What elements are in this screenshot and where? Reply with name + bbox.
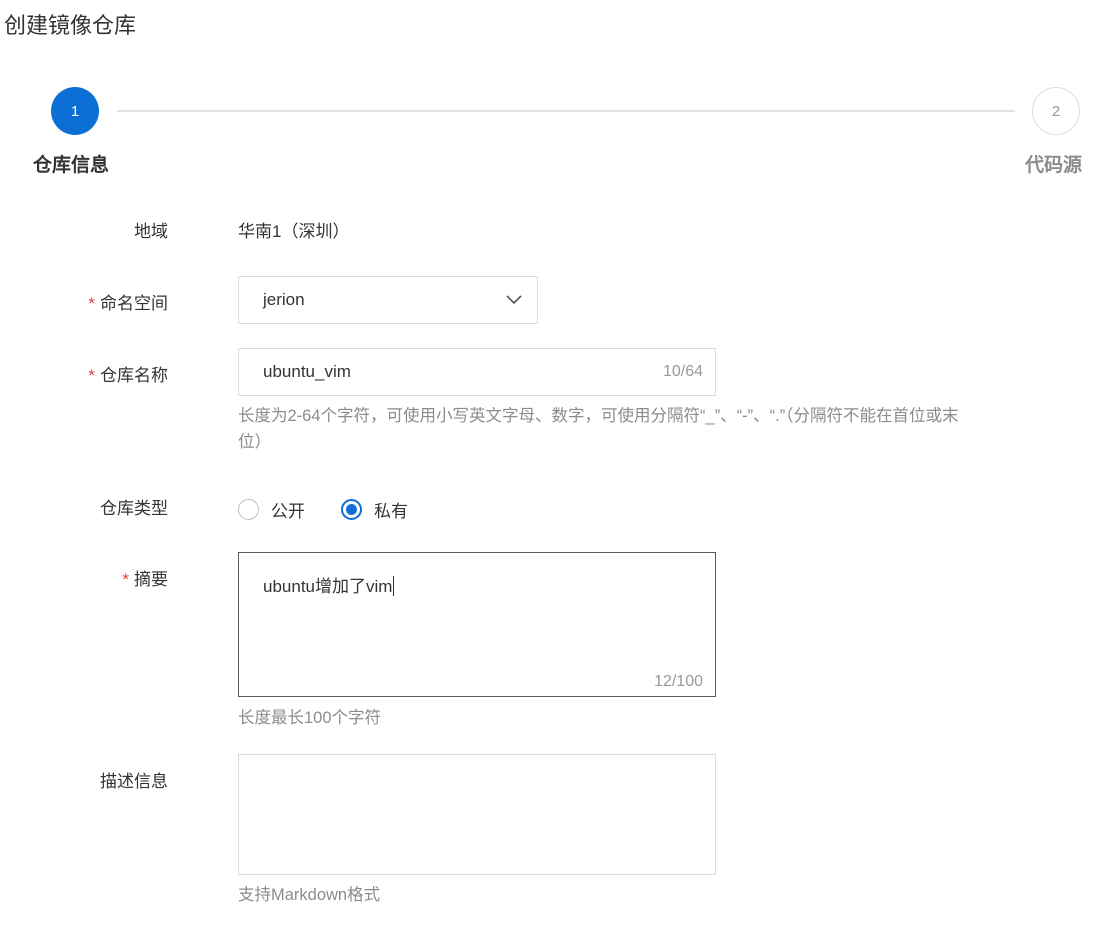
summary-char-counter: 12/100 [654,673,703,690]
create-repo-page: 创建镜像仓库 1 2 仓库信息 代码源 地域 华南1（深圳） * 命名空间 jer… [0,0,1105,931]
repo-type-private-option[interactable]: 私有 [341,497,408,522]
summary-textarea[interactable]: ubuntu增加了vim 12/100 [238,552,716,697]
summary-label-text: 摘要 [134,570,168,589]
repo-type-label: 仓库类型 [0,494,168,519]
radio-public[interactable] [238,499,259,520]
repo-type-public-option[interactable]: 公开 [238,497,305,522]
step-1-indicator: 1 [51,87,99,135]
namespace-select[interactable]: jerion [238,276,538,324]
chevron-down-icon [506,295,522,305]
repo-name-hint-line-2: 位） [238,433,271,451]
repo-name-char-counter: 10/64 [662,363,703,380]
namespace-label-text: 命名空间 [100,294,168,313]
repo-name-input[interactable]: ubuntu_vim 10/64 [238,348,716,396]
region-value: 华南1（深圳） [238,222,350,241]
step-2-indicator: 2 [1032,87,1080,135]
required-mark: * [88,294,95,313]
repo-name-hint: 长度为2-64个字符，可使用小写英文字母、数字，可使用分隔符“_”、“-”、“.… [238,403,959,455]
repo-name-input-value: ubuntu_vim [263,362,351,381]
repo-name-hint-line-1: 长度为2-64个字符，可使用小写英文字母、数字，可使用分隔符“_”、“-”、“.… [238,407,959,425]
namespace-label: * 命名空间 [0,289,168,314]
description-label: 描述信息 [0,767,168,792]
region-label: 地域 [0,217,168,242]
repo-name-label-text: 仓库名称 [100,366,168,385]
radio-public-label: 公开 [271,502,305,521]
region-label-text: 地域 [134,222,168,241]
step-connector-line [117,110,1015,112]
step-1-label: 仓库信息 [33,155,110,176]
description-label-text: 描述信息 [100,772,168,791]
summary-hint: 长度最长100个字符 [238,709,382,727]
repo-type-label-text: 仓库类型 [100,499,168,518]
description-textarea[interactable] [238,754,716,875]
description-hint: 支持Markdown格式 [238,886,381,904]
page-title: 创建镜像仓库 [4,13,137,38]
radio-private[interactable] [341,499,362,520]
text-caret [393,576,395,596]
summary-textarea-value: ubuntu增加了vim [263,572,395,597]
step-2-label: 代码源 [1025,155,1083,176]
namespace-select-value: jerion [263,290,305,309]
summary-text: ubuntu增加了vim [263,577,393,596]
required-mark: * [88,366,95,385]
radio-private-label: 私有 [374,502,408,521]
repo-name-label: * 仓库名称 [0,361,168,386]
summary-label: * 摘要 [0,565,168,590]
repo-type-radio-group: 公开 私有 [238,497,444,522]
required-mark: * [122,570,129,589]
